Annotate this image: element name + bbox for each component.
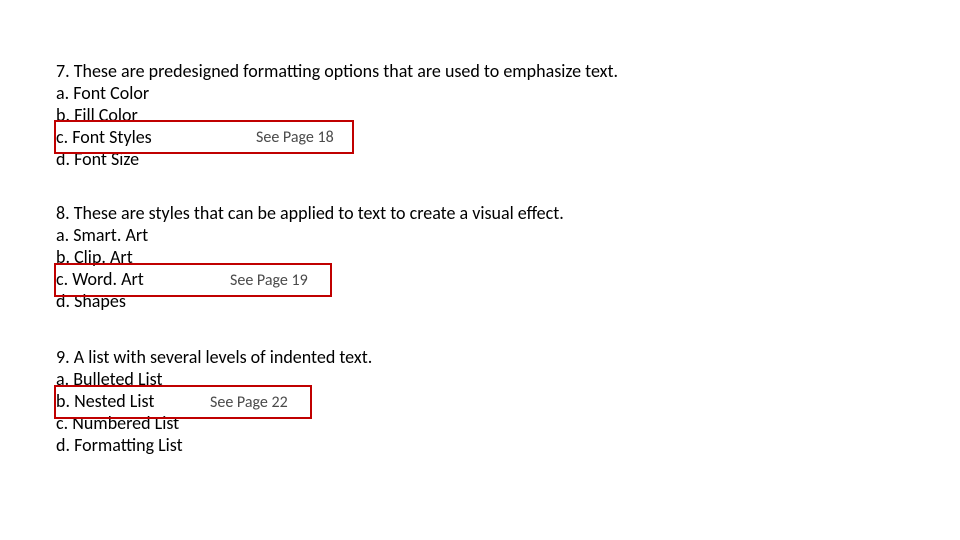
question-9-number: 9 (56, 346, 65, 368)
question-8-text: These are styles that can be applied to … (74, 202, 564, 224)
question-8-option-a: a. Smart. Art (56, 224, 564, 246)
question-9-option-d: d. Formatting List (56, 434, 372, 456)
question-8-answer-box (54, 263, 332, 297)
question-7-prompt: 7. These are predesigned formatting opti… (56, 60, 618, 82)
page: 7. These are predesigned formatting opti… (0, 0, 960, 540)
question-9-answer-box (54, 385, 312, 419)
question-8-number: 8 (56, 202, 65, 224)
question-9-text: A list with several levels of indented t… (74, 346, 373, 368)
question-7-option-a: a. Font Color (56, 82, 618, 104)
question-7-answer-box (54, 120, 354, 154)
question-9-prompt: 9. A list with several levels of indente… (56, 346, 372, 368)
question-8-prompt: 8. These are styles that can be applied … (56, 202, 564, 224)
question-7-number: 7 (56, 60, 65, 82)
question-7-text: These are predesigned formatting options… (74, 60, 618, 82)
